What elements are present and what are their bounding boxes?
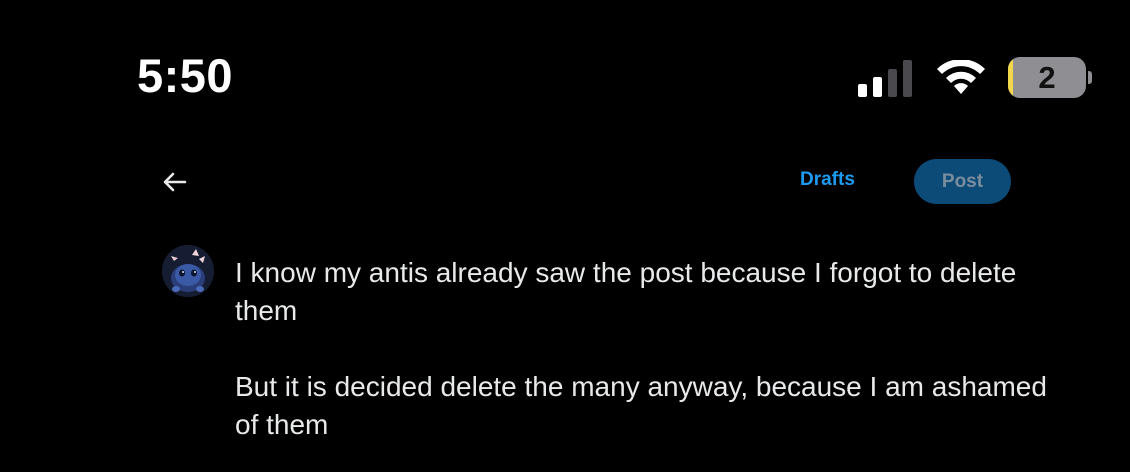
post-paragraph: I know my antis already saw the post bec…	[235, 257, 1017, 326]
signal-bar	[873, 77, 882, 97]
signal-bar	[903, 60, 912, 97]
avatar	[162, 245, 214, 297]
battery-level: 2	[1038, 60, 1056, 95]
status-time: 5:50	[137, 49, 234, 102]
compose-toolbar: Drafts Post	[0, 150, 1130, 214]
battery-cap	[1088, 71, 1092, 84]
battery-icon: 2	[1008, 57, 1086, 98]
signal-bar	[858, 84, 867, 97]
drafts-link[interactable]: Drafts	[800, 169, 855, 191]
post-paragraph: But it is decided delete the many anyway…	[235, 371, 1047, 440]
signal-bar	[888, 69, 897, 97]
status-bar: 5:50 2	[0, 0, 1130, 120]
back-button[interactable]	[154, 164, 194, 200]
wifi-icon	[934, 59, 988, 98]
post-button[interactable]: Post	[914, 159, 1011, 204]
composer: I know my antis already saw the post bec…	[0, 240, 1130, 472]
back-arrow-icon	[163, 172, 187, 192]
cellular-signal-icon	[856, 58, 916, 98]
post-text-input[interactable]: I know my antis already saw the post bec…	[235, 254, 1055, 444]
